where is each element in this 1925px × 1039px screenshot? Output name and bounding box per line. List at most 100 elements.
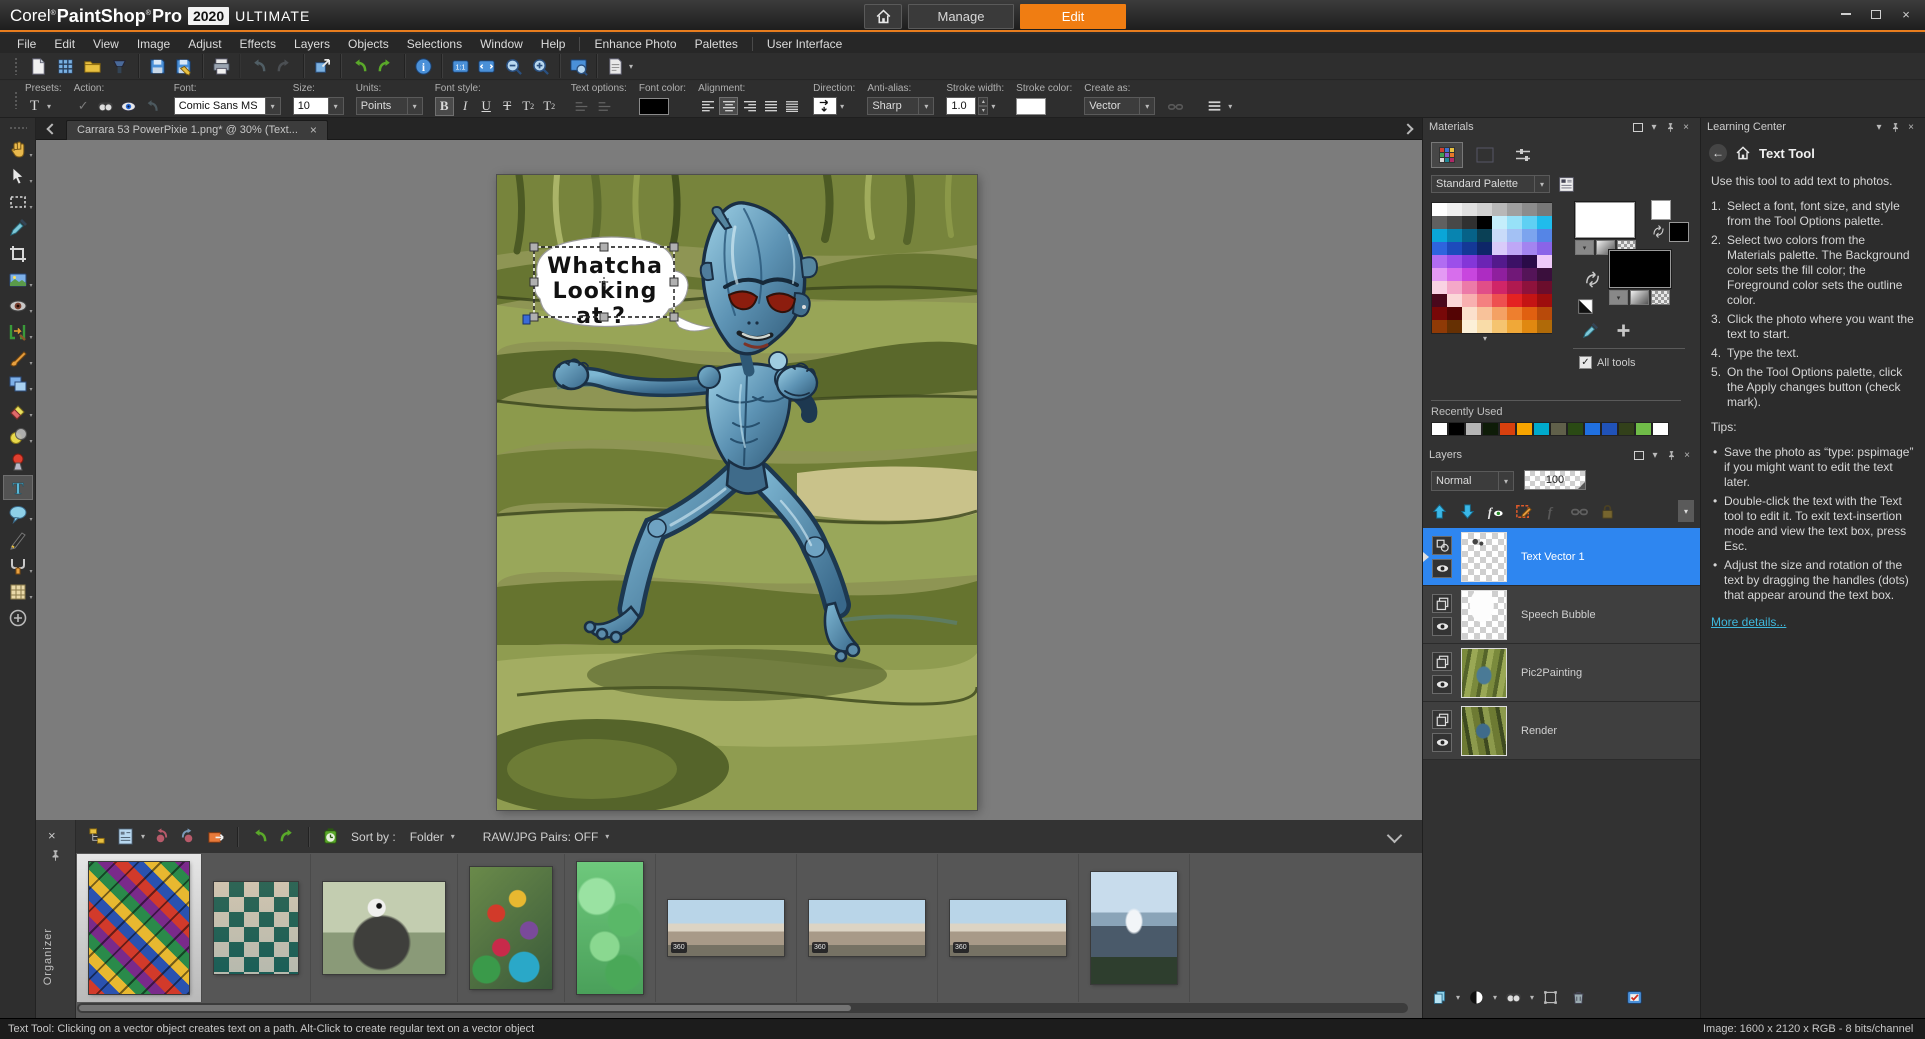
- new-adjustment-layer-button[interactable]: [1483, 500, 1508, 522]
- recent-swatch[interactable]: [1448, 422, 1465, 436]
- layers-menu-icon[interactable]: ▾: [1647, 448, 1663, 462]
- color-swatch[interactable]: [1492, 307, 1507, 320]
- recent-swatch[interactable]: [1465, 422, 1482, 436]
- layer-row[interactable]: Speech Bubble: [1423, 586, 1701, 644]
- edit-selection-button[interactable]: [1511, 500, 1536, 522]
- layer-type-icon[interactable]: [1432, 535, 1452, 555]
- menu-item[interactable]: Adjust: [179, 37, 230, 51]
- justify-button[interactable]: [761, 97, 780, 115]
- menu-item[interactable]: Help: [532, 37, 575, 51]
- palette-scroll-icon[interactable]: ▾: [1483, 334, 1487, 343]
- color-swatch[interactable]: [1507, 320, 1522, 333]
- save[interactable]: [138, 54, 170, 78]
- lighten-darken[interactable]: [3, 423, 33, 448]
- color-swatch[interactable]: [1507, 281, 1522, 294]
- paint-brush[interactable]: [3, 345, 33, 370]
- tab-scroll-right-icon[interactable]: [1402, 123, 1414, 135]
- stroke-width-slider-icon[interactable]: ▾: [991, 102, 995, 111]
- color-swatch[interactable]: [1507, 203, 1522, 216]
- layers-pin-icon[interactable]: [1663, 448, 1679, 462]
- layers-float-icon[interactable]: [1631, 448, 1647, 462]
- organizer-thumbnail[interactable]: [311, 854, 458, 1002]
- close-button[interactable]: ×: [1891, 2, 1921, 26]
- layer-name[interactable]: Text Vector 1: [1521, 551, 1585, 563]
- color-swatch[interactable]: [1447, 229, 1462, 242]
- color-swatch[interactable]: [1447, 268, 1462, 281]
- organizer-collapse-icon[interactable]: [1386, 827, 1403, 844]
- organizer-tab-label[interactable]: Organizer: [42, 928, 54, 985]
- open[interactable]: [79, 54, 106, 78]
- selection-from-text-button[interactable]: [95, 96, 116, 116]
- color-swatch[interactable]: [1522, 255, 1537, 268]
- move-layer-up-button[interactable]: [1427, 500, 1452, 522]
- menu-item[interactable]: Window: [471, 37, 532, 51]
- pen[interactable]: [3, 527, 33, 552]
- color-swatch[interactable]: [1447, 242, 1462, 255]
- materials-close-icon[interactable]: ×: [1678, 120, 1694, 134]
- mask-dropdown-icon[interactable]: ▾: [1530, 993, 1534, 1002]
- layer-script-button[interactable]: [1539, 500, 1564, 522]
- document-tab-close-icon[interactable]: ×: [310, 123, 317, 137]
- color-swatch[interactable]: [1537, 203, 1552, 216]
- color-swatch[interactable]: [1477, 294, 1492, 307]
- color-swatch[interactable]: [1462, 255, 1477, 268]
- pan[interactable]: [3, 137, 33, 162]
- anti-alias-dropdown-icon[interactable]: ▾: [919, 97, 935, 115]
- materials-dropper-icon[interactable]: [1581, 322, 1601, 342]
- apply-changes-button[interactable]: ✓: [74, 97, 93, 116]
- recent-swatch[interactable]: [1516, 422, 1533, 436]
- color-swatch[interactable]: [1522, 281, 1537, 294]
- color-swatch[interactable]: [1477, 216, 1492, 229]
- fit-window[interactable]: [473, 54, 500, 78]
- lock-transparency-button[interactable]: [1595, 500, 1620, 522]
- new-mask-button[interactable]: [1501, 986, 1525, 1008]
- layer-thumbnail[interactable]: [1461, 531, 1507, 582]
- subscript-button[interactable]: T2: [540, 97, 559, 116]
- menu-item[interactable]: Edit: [45, 37, 84, 51]
- layer-type-icon[interactable]: [1432, 651, 1452, 671]
- materials-menu-icon[interactable]: ▾: [1646, 120, 1662, 134]
- color-swatch[interactable]: [1432, 242, 1447, 255]
- color-swatch[interactable]: [1447, 294, 1462, 307]
- view-dropdown-icon[interactable]: ▾: [141, 832, 145, 841]
- rotate-right-button[interactable]: [175, 825, 201, 849]
- color-swatch[interactable]: [1522, 268, 1537, 281]
- layers-toolbar-more-button[interactable]: ▾: [1678, 500, 1694, 522]
- organizer-thumbnail[interactable]: 360: [938, 854, 1079, 1002]
- presets-button[interactable]: T: [25, 97, 44, 116]
- superscript-button[interactable]: T2: [519, 97, 538, 116]
- palette-select[interactable]: Standard Palette ▾: [1431, 175, 1550, 193]
- menu-item[interactable]: Objects: [339, 37, 398, 51]
- color-swatch[interactable]: [1492, 320, 1507, 333]
- layer-thumbnail[interactable]: [1461, 647, 1507, 698]
- menu-item[interactable]: Effects: [231, 37, 285, 51]
- resize[interactable]: [441, 54, 473, 78]
- color-swatch[interactable]: [1477, 281, 1492, 294]
- direction-dropdown-icon[interactable]: ▾: [840, 102, 844, 111]
- bg-pattern-style-button[interactable]: [1651, 290, 1670, 305]
- kerning-icon[interactable]: [594, 96, 615, 116]
- color-swatch[interactable]: [1492, 216, 1507, 229]
- swatches-tab[interactable]: [1431, 142, 1463, 168]
- layer-name[interactable]: Speech Bubble: [1521, 609, 1596, 621]
- font-dropdown-icon[interactable]: ▾: [265, 97, 281, 115]
- toolbar-options[interactable]: [596, 54, 628, 78]
- mesh-warp[interactable]: [3, 579, 33, 604]
- color-swatch[interactable]: [1492, 281, 1507, 294]
- color-swatch[interactable]: [1477, 320, 1492, 333]
- preview-button[interactable]: [118, 96, 139, 116]
- add-to-palette-icon[interactable]: [1615, 322, 1635, 342]
- learning-home-icon[interactable]: [1735, 145, 1751, 161]
- color-swatch[interactable]: [1447, 203, 1462, 216]
- move-layer-down-button[interactable]: [1455, 500, 1480, 522]
- background-swatch[interactable]: [1609, 250, 1671, 288]
- share-button[interactable]: [203, 825, 229, 849]
- menu-item[interactable]: User Interface: [751, 36, 851, 51]
- color-swatch[interactable]: [1522, 216, 1537, 229]
- organizer-pin-icon[interactable]: [49, 848, 62, 866]
- import-scan[interactable]: [106, 54, 133, 78]
- promote-selection-button[interactable]: [1538, 986, 1562, 1008]
- presets-dropdown-icon[interactable]: ▾: [47, 102, 51, 111]
- eraser[interactable]: [3, 397, 33, 422]
- zoom-in[interactable]: [527, 54, 554, 78]
